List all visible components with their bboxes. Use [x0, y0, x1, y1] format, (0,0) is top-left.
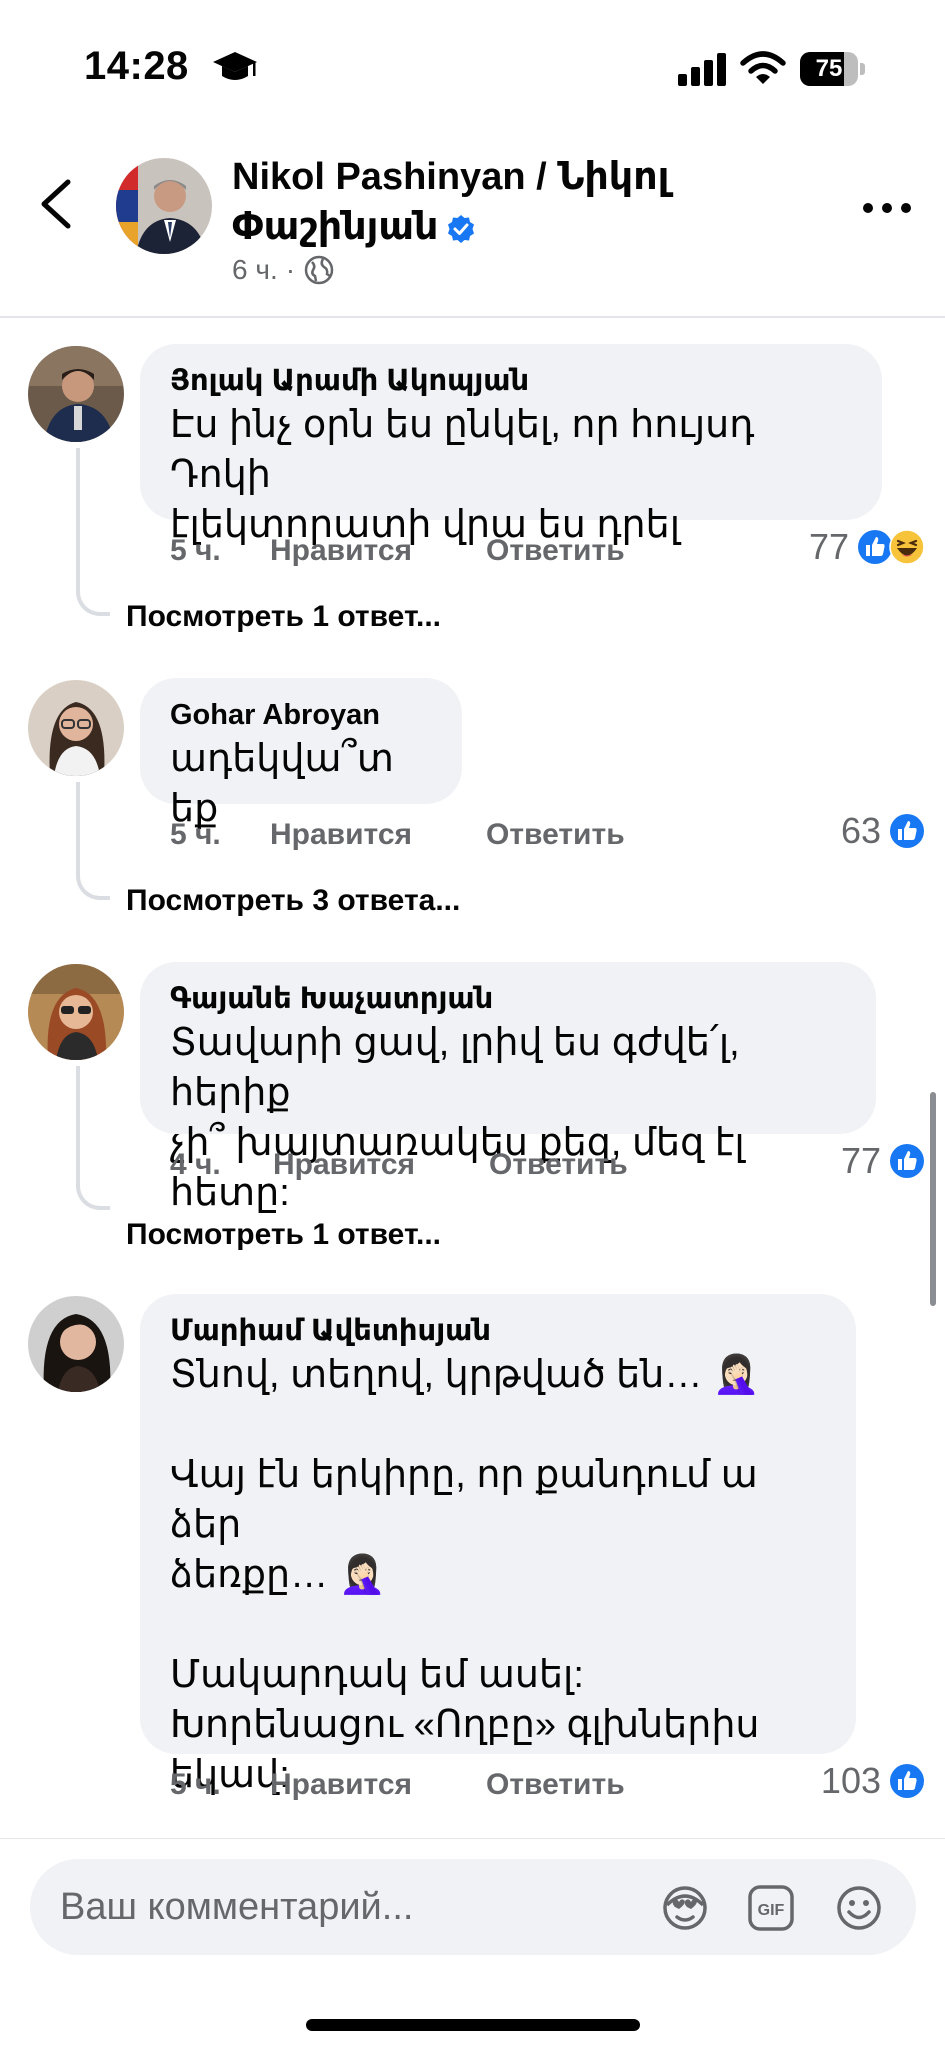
- status-time: 14:28: [84, 44, 189, 88]
- commenter-avatar[interactable]: [28, 680, 124, 776]
- thread-connector: [76, 1066, 110, 1210]
- globe-icon: [304, 255, 334, 285]
- more-dots-icon[interactable]: [862, 198, 912, 218]
- status-bar: 14:28 75: [0, 0, 945, 130]
- like-button[interactable]: Нравится: [270, 818, 412, 852]
- like-reaction-icon: [890, 1764, 924, 1798]
- reply-button[interactable]: Ответить: [486, 1768, 625, 1802]
- comment-author[interactable]: Gohar Abroyan: [170, 696, 432, 734]
- commenter-avatar[interactable]: [28, 964, 124, 1060]
- comment-author[interactable]: Մարիամ Ավետիսյան: [170, 1312, 826, 1350]
- commenter-avatar[interactable]: [28, 346, 124, 442]
- emoji-icon[interactable]: [834, 1883, 884, 1933]
- view-replies-link[interactable]: Посмотреть 3 ответа...: [126, 884, 460, 918]
- comment-author[interactable]: Յոլակ Արամի Ակոպյան: [170, 362, 852, 400]
- chevron-left-icon[interactable]: [36, 174, 76, 234]
- like-reaction-icon: [890, 1144, 924, 1178]
- battery-level-text: 75: [815, 55, 843, 82]
- like-button[interactable]: Нравится: [273, 1148, 415, 1182]
- scrollbar[interactable]: [930, 1092, 936, 1306]
- reaction-count: 63: [840, 810, 881, 851]
- like-reaction-icon: [890, 814, 924, 848]
- reaction-count: 77: [840, 1140, 881, 1181]
- cellular-signal-icon: [678, 53, 726, 86]
- thread-connector: [76, 782, 110, 900]
- like-button[interactable]: Нравится: [270, 1768, 412, 1802]
- comment-text: Էս ինչ օրն ես ընկել, որ հույսդ Դոկի էլեկ…: [170, 404, 755, 546]
- comment-bubble[interactable]: Յոլակ Արամի Ակոպյան Էս ինչ օրն ես ընկել,…: [140, 344, 882, 546]
- graduation-cap-icon: [213, 52, 257, 80]
- reply-button[interactable]: Ответить: [486, 534, 625, 568]
- like-button[interactable]: Нравится: [270, 534, 412, 568]
- comment-text: Տնով, տեղով, կրթված են… 🤦🏻‍♀️ Վայ էն երկ…: [170, 1354, 761, 1796]
- reply-button[interactable]: Ответить: [486, 818, 625, 852]
- post-author-name[interactable]: Nikol Pashinyan / Նիկոլ Փաշինյան: [232, 152, 792, 252]
- comment-reactions[interactable]: 103: [821, 1760, 925, 1802]
- reaction-count: 103: [820, 1760, 881, 1801]
- post-meta: 6 ч. ·: [232, 254, 335, 286]
- view-replies-link[interactable]: Посмотреть 1 ответ...: [126, 600, 441, 634]
- comment-reactions[interactable]: 63: [841, 810, 925, 852]
- comment-composer[interactable]: GIF: [30, 1859, 916, 1955]
- battery-indicator: 75: [800, 52, 866, 86]
- reply-button[interactable]: Ответить: [489, 1148, 628, 1182]
- thread-connector: [76, 448, 110, 616]
- view-replies-link[interactable]: Посмотреть 1 ответ...: [126, 1218, 441, 1252]
- svg-text:GIF: GIF: [758, 1902, 785, 1919]
- like-reaction-icon: [858, 530, 892, 564]
- comment-time: 5 ч.: [170, 818, 221, 851]
- comment-composer-area: GIF: [0, 1838, 945, 2049]
- commenter-avatar[interactable]: [28, 1296, 124, 1392]
- meta-separator: ·: [285, 254, 296, 285]
- comment-bubble[interactable]: Gohar Abroyan ադեկվա՞տ եք: [140, 678, 462, 830]
- comment-time: 5 ч.: [170, 1768, 221, 1801]
- author-avatar[interactable]: [116, 158, 212, 254]
- haha-reaction-icon: [889, 529, 925, 565]
- comment-text: Տավարի ցավ, լրիվ ես գժվե՛լ, հերիք չի՞ խա…: [170, 1022, 745, 1214]
- gif-icon[interactable]: GIF: [746, 1883, 796, 1933]
- post-header: Nikol Pashinyan / Նիկոլ Փաշինյան 6 ч. ·: [0, 130, 945, 318]
- comment-reactions[interactable]: 77: [809, 526, 925, 568]
- comment-author[interactable]: Գայանե Խաչատրյան: [170, 980, 846, 1018]
- comment-input[interactable]: [58, 1885, 642, 1930]
- comment-reactions[interactable]: 77: [841, 1140, 925, 1182]
- reaction-count: 77: [808, 526, 849, 567]
- comment-bubble[interactable]: Գայանե Խաչատրյան Տավարի ցավ, լրիվ ես գժվ…: [140, 962, 876, 1214]
- comment-time: 4 ч.: [170, 1148, 221, 1181]
- comment-bubble[interactable]: Մարիամ Ավետիսյան Տնով, տեղով, կրթված են……: [140, 1294, 856, 1796]
- comment-time: 5 ч.: [170, 534, 221, 567]
- wifi-icon: [740, 51, 786, 84]
- post-time: 6 ч.: [232, 254, 278, 285]
- verified-badge-icon: [448, 214, 475, 243]
- avatar-sticker-icon[interactable]: [660, 1883, 710, 1933]
- home-indicator[interactable]: [306, 2019, 640, 2031]
